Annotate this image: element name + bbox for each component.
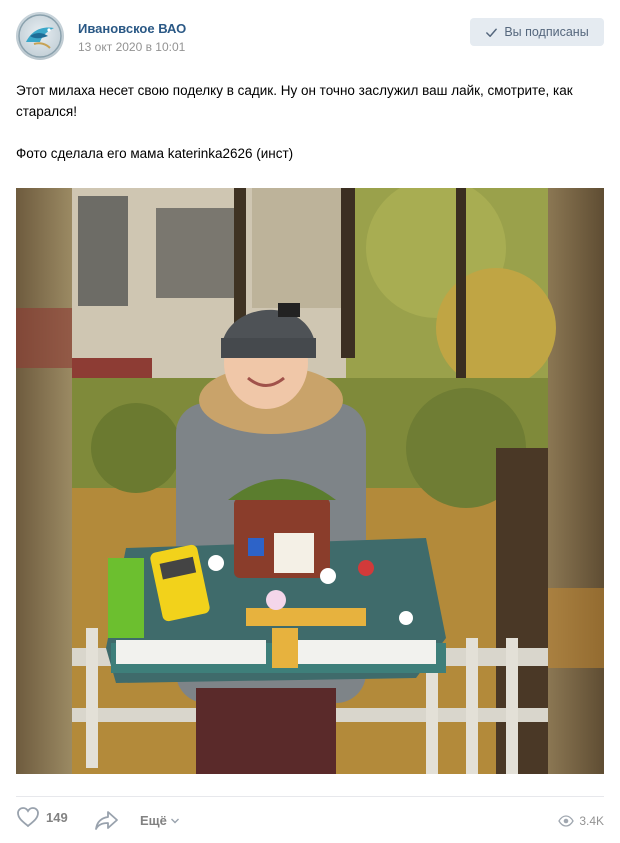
avatar[interactable] — [16, 12, 64, 60]
views-counter: 3.4K — [558, 814, 604, 828]
post-text-line: Этот милаха несет свою поделку в садик. … — [16, 83, 577, 119]
post-footer: 149 Ещё 3.4K — [16, 806, 604, 836]
more-button[interactable]: Ещё — [140, 813, 180, 828]
post-text-line: Фото сделала его мама katerinka2626 (инс… — [16, 146, 294, 161]
author-name[interactable]: Ивановское ВАО — [78, 21, 186, 36]
bird-logo-icon — [18, 14, 62, 58]
post-photo[interactable] — [16, 188, 604, 774]
share-icon — [95, 811, 118, 830]
like-button[interactable]: 149 — [16, 806, 68, 828]
eye-icon — [558, 815, 575, 827]
check-icon — [486, 28, 498, 37]
views-count: 3.4K — [579, 814, 604, 828]
share-button[interactable] — [94, 809, 120, 836]
post-date[interactable]: 13 окт 2020 в 10:01 — [78, 40, 185, 54]
post-text: Этот милаха несет свою поделку в садик. … — [16, 80, 606, 185]
subscribed-label: Вы подписаны — [504, 25, 589, 39]
like-count: 149 — [46, 809, 68, 825]
chevron-down-icon — [170, 818, 179, 823]
heart-icon — [17, 807, 39, 828]
more-label: Ещё — [140, 813, 167, 828]
post-header: Ивановское ВАО 13 окт 2020 в 10:01 Вы по… — [16, 12, 604, 64]
subscribed-button[interactable]: Вы подписаны — [470, 18, 604, 46]
photo-illustration — [16, 188, 604, 774]
footer-divider — [16, 796, 604, 797]
